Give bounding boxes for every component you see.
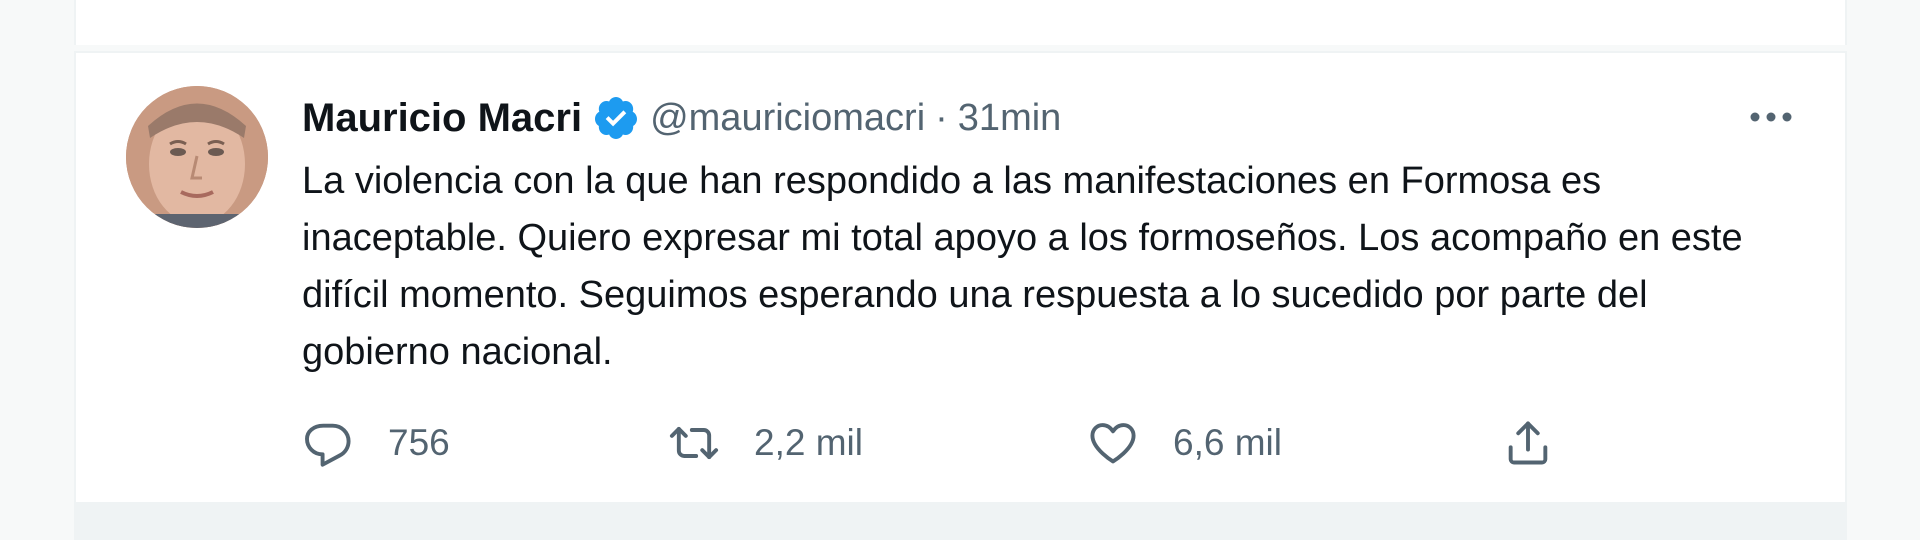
verified-badge-icon — [592, 94, 640, 142]
tweet-card[interactable]: Mauricio Macri @mauriciomacri · 31min La… — [74, 51, 1847, 504]
retweet-button[interactable]: 2,2 mil — [668, 413, 863, 473]
reply-count: 756 — [388, 422, 450, 463]
reply-icon — [302, 417, 354, 469]
separator-dot: · — [935, 96, 948, 139]
avatar-face-image — [126, 86, 268, 228]
more-options-icon[interactable] — [1749, 99, 1793, 135]
retweet-icon — [668, 417, 720, 469]
next-section-background — [74, 504, 1847, 540]
right-margin — [1847, 0, 1920, 540]
previous-tweet-card[interactable] — [74, 0, 1847, 45]
left-margin — [0, 0, 74, 540]
share-icon — [1502, 417, 1554, 469]
timeline: Mauricio Macri @mauriciomacri · 31min La… — [0, 0, 1920, 540]
retweet-count: 2,2 mil — [754, 422, 863, 463]
author-handle[interactable]: @mauriciomacri — [650, 97, 925, 140]
author-avatar[interactable] — [126, 86, 268, 228]
reply-button[interactable]: 756 — [302, 413, 450, 473]
like-count: 6,6 mil — [1173, 422, 1282, 463]
tweet-text: La violencia con la que han respondido a… — [302, 160, 1743, 373]
tweet-header: Mauricio Macri @mauriciomacri · 31min — [302, 91, 1061, 145]
author-name[interactable]: Mauricio Macri — [302, 96, 582, 141]
tweet-actions: 756 2,2 mil 6,6 mil — [302, 413, 1702, 473]
like-button[interactable]: 6,6 mil — [1087, 413, 1282, 473]
share-button[interactable] — [1502, 413, 1554, 473]
tweet-timestamp[interactable]: 31min — [958, 97, 1062, 140]
like-icon — [1087, 417, 1139, 469]
